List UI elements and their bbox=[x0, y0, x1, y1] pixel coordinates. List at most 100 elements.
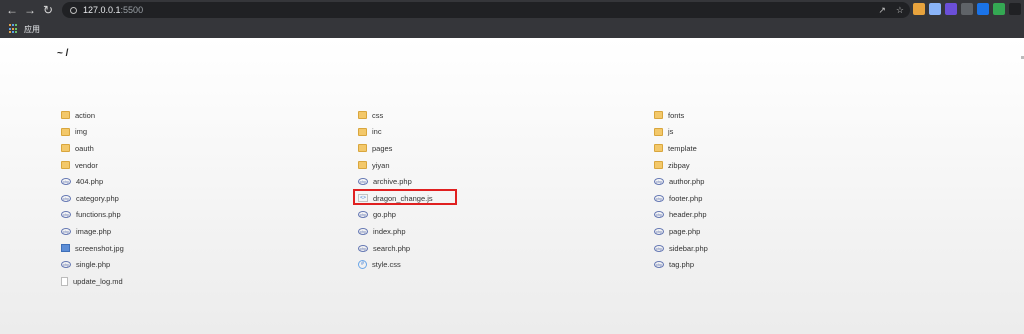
php-file-icon: php bbox=[654, 227, 664, 235]
file-name: search.php bbox=[373, 243, 411, 253]
file-name: author.php bbox=[669, 177, 705, 187]
php-file-icon: php bbox=[61, 194, 71, 202]
file-name: inc bbox=[372, 127, 382, 137]
bookmark-apps-label[interactable]: 应用 bbox=[24, 24, 40, 35]
folder-file-icon bbox=[654, 161, 663, 170]
extension-icon[interactable] bbox=[913, 3, 925, 15]
browser-toolbar: ← → ↻ 127.0.0.1:5500 ↗ ☆ bbox=[0, 0, 1024, 20]
file-item[interactable]: php category.php bbox=[61, 190, 358, 207]
file-name: oauth bbox=[75, 143, 94, 153]
php-file-icon: php bbox=[654, 211, 664, 219]
file-name: css bbox=[372, 110, 384, 120]
file-item[interactable]: php go.php bbox=[358, 207, 654, 224]
file-name: functions.php bbox=[76, 210, 121, 220]
file-name: sidebar.php bbox=[669, 243, 708, 253]
file-item[interactable]: template bbox=[654, 140, 904, 157]
file-name: fonts bbox=[668, 110, 685, 120]
share-icon[interactable]: ↗ bbox=[878, 5, 886, 16]
file-item[interactable]: php functions.php bbox=[61, 207, 358, 224]
file-item[interactable]: php index.php bbox=[358, 223, 654, 240]
folder-file-icon bbox=[61, 127, 70, 136]
file-name: style.css bbox=[372, 260, 401, 270]
file-item[interactable]: php sidebar.php bbox=[654, 240, 904, 257]
file-name: template bbox=[668, 143, 697, 153]
site-info-icon[interactable] bbox=[70, 6, 77, 14]
address-bar[interactable]: 127.0.0.1:5500 ↗ ☆ bbox=[62, 2, 910, 18]
folder-file-icon bbox=[654, 127, 663, 136]
file-item[interactable]: screenshot.jpg bbox=[61, 240, 358, 257]
file-item[interactable]: php tag.php bbox=[654, 256, 904, 273]
folder-file-icon bbox=[358, 127, 367, 136]
file-list: action css fonts img inc js oauth pages template… bbox=[61, 107, 961, 290]
file-name: pages bbox=[372, 143, 393, 153]
file-item[interactable]: fonts bbox=[654, 107, 904, 124]
file-item[interactable]: js bbox=[654, 124, 904, 141]
bookmark-star-icon[interactable]: ☆ bbox=[896, 5, 904, 16]
url-host: 127.0.0.1 bbox=[83, 5, 121, 15]
file-name: action bbox=[75, 110, 96, 120]
file-name: index.php bbox=[373, 226, 406, 236]
file-item[interactable]: yiyan bbox=[358, 157, 654, 174]
php-file-icon: php bbox=[61, 261, 71, 269]
file-item[interactable]: php author.php bbox=[654, 173, 904, 190]
file-item[interactable]: zibpay bbox=[654, 157, 904, 174]
forward-arrow-icon[interactable]: → bbox=[21, 1, 39, 19]
breadcrumb: ~ / bbox=[57, 48, 69, 59]
file-item[interactable]: oauth bbox=[61, 140, 358, 157]
php-file-icon: php bbox=[61, 211, 71, 219]
extension-icon[interactable] bbox=[993, 3, 1005, 15]
url-port: :5500 bbox=[120, 5, 144, 15]
bookmarks-bar: 应用 bbox=[0, 20, 1024, 38]
file-name: yiyan bbox=[372, 160, 390, 170]
file-name: footer.php bbox=[669, 193, 703, 203]
file-item[interactable]: php single.php bbox=[61, 256, 358, 273]
folder-file-icon bbox=[654, 144, 663, 153]
file-name: go.php bbox=[373, 210, 396, 220]
extension-icon[interactable] bbox=[977, 3, 989, 15]
file-item[interactable]: img bbox=[61, 124, 358, 141]
file-item[interactable]: vendor bbox=[61, 157, 358, 174]
reload-icon[interactable]: ↻ bbox=[39, 1, 57, 19]
extension-icon[interactable] bbox=[961, 3, 973, 15]
file-item[interactable]: css bbox=[358, 107, 654, 124]
file-name: single.php bbox=[76, 260, 111, 270]
file-name: zibpay bbox=[668, 160, 690, 170]
file-item[interactable]: php archive.php bbox=[358, 173, 654, 190]
file-item[interactable]: php footer.php bbox=[654, 190, 904, 207]
file-item[interactable]: # style.css bbox=[358, 256, 654, 273]
folder-file-icon bbox=[358, 161, 367, 170]
file-item[interactable]: pages bbox=[358, 140, 654, 157]
file-name: tag.php bbox=[669, 260, 695, 270]
file-name: 404.php bbox=[76, 177, 104, 187]
extension-icon[interactable] bbox=[1009, 3, 1021, 15]
file-name: header.php bbox=[669, 210, 707, 220]
file-item[interactable]: php search.php bbox=[358, 240, 654, 257]
doc-file-icon bbox=[61, 276, 68, 286]
php-file-icon: php bbox=[358, 178, 368, 186]
file-item[interactable]: action bbox=[61, 107, 358, 124]
file-name: category.php bbox=[76, 193, 119, 203]
file-item[interactable]: update_log.md bbox=[61, 273, 358, 290]
file-item[interactable]: inc bbox=[358, 124, 654, 141]
file-name: page.php bbox=[669, 226, 701, 236]
php-file-icon: php bbox=[61, 178, 71, 186]
file-name: vendor bbox=[75, 160, 98, 170]
file-item[interactable]: php 404.php bbox=[61, 173, 358, 190]
php-file-icon: php bbox=[654, 261, 664, 269]
extension-icon[interactable] bbox=[945, 3, 957, 15]
folder-file-icon bbox=[358, 111, 367, 120]
apps-grid-icon[interactable] bbox=[9, 24, 19, 34]
file-name: archive.php bbox=[373, 177, 412, 187]
highlight-box bbox=[353, 189, 457, 205]
css-file-icon: # bbox=[358, 260, 367, 270]
file-item[interactable]: php image.php bbox=[61, 223, 358, 240]
file-name: update_log.md bbox=[73, 276, 123, 286]
file-item[interactable]: php page.php bbox=[654, 223, 904, 240]
folder-file-icon bbox=[358, 144, 367, 153]
extension-icon[interactable] bbox=[929, 3, 941, 15]
file-name: screenshot.jpg bbox=[75, 243, 124, 253]
back-arrow-icon[interactable]: ← bbox=[3, 1, 21, 19]
file-name: img bbox=[75, 127, 88, 137]
file-item[interactable]: php header.php bbox=[654, 207, 904, 224]
folder-file-icon bbox=[654, 111, 663, 120]
